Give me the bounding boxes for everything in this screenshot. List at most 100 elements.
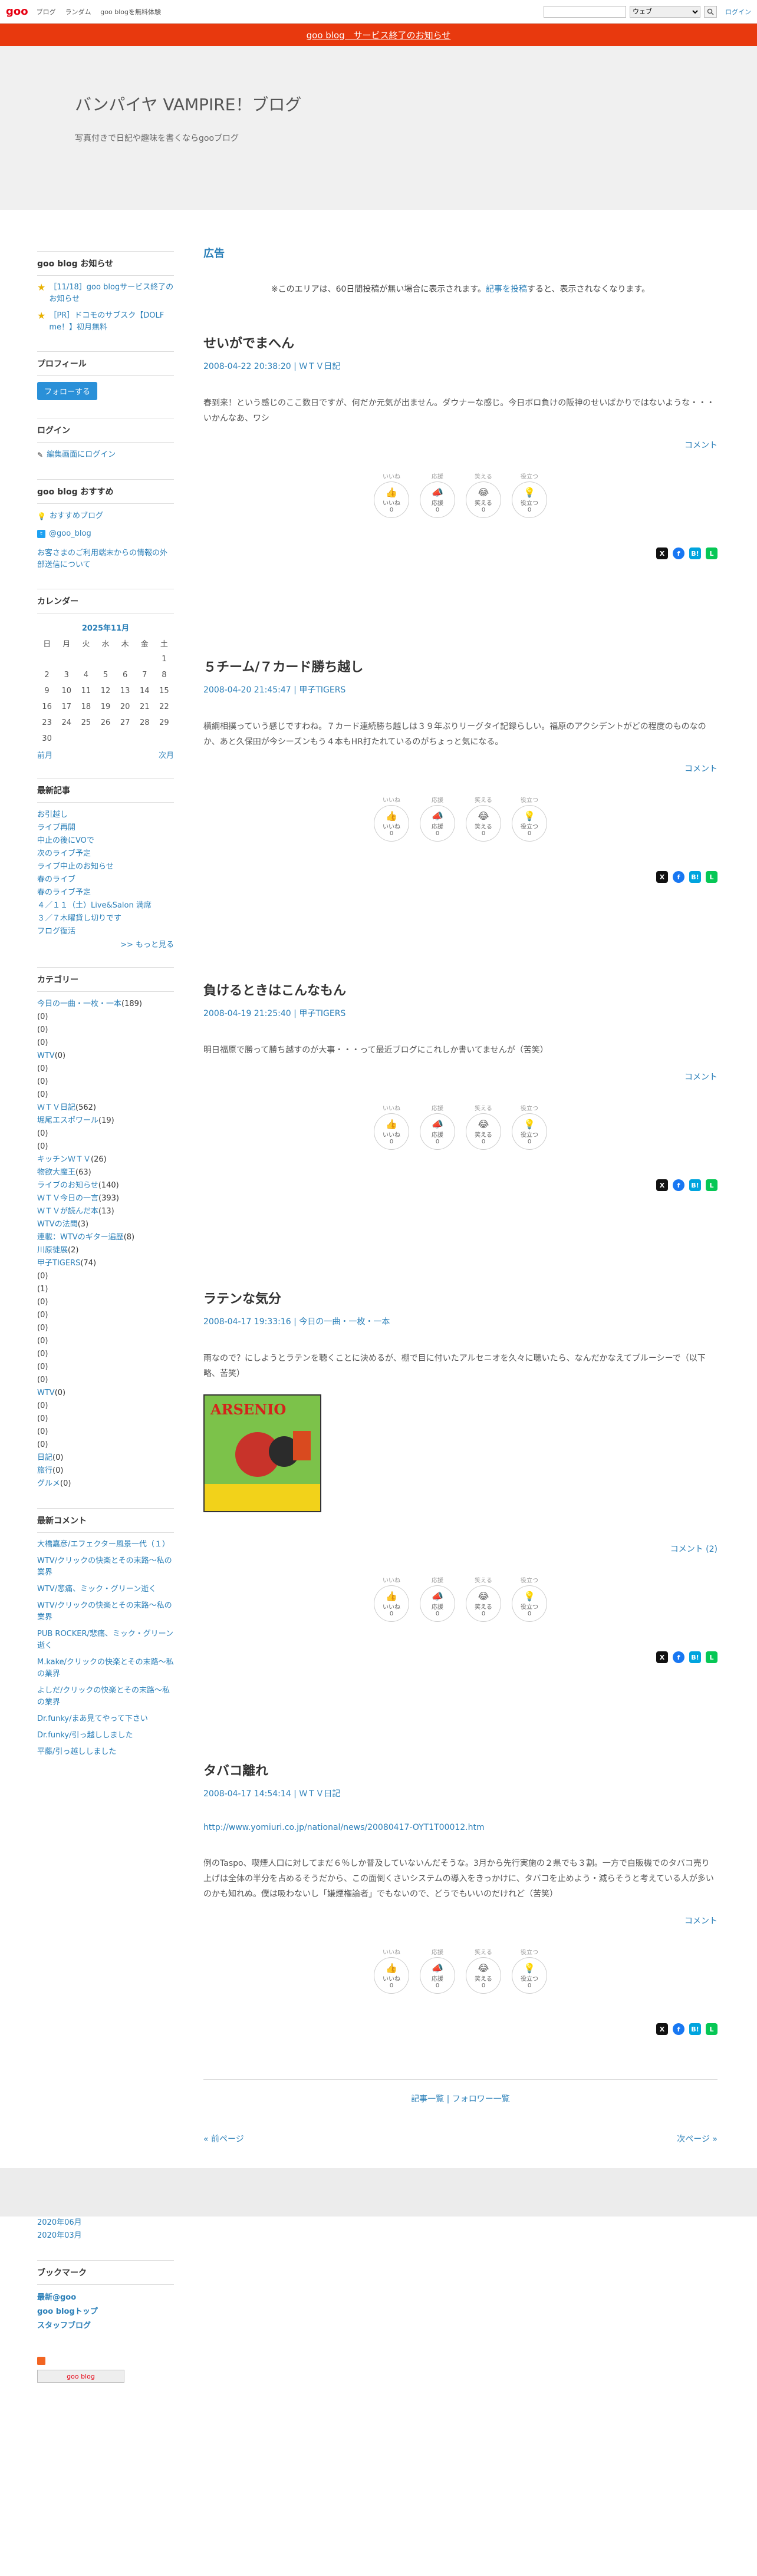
info-link-0[interactable]: ［11/18］goo blogサービス終了のお知らせ [49, 282, 174, 305]
category-link[interactable]: 連載：WTVのギター遍歴 [37, 1233, 124, 1242]
reaction-button[interactable]: 応援 📣 応援 0 [420, 1950, 455, 1994]
x-share-icon[interactable]: X [656, 2023, 668, 2035]
goo-blog-twitter-link[interactable]: @goo_blog [49, 527, 91, 540]
category-link[interactable]: 堀尾エスポワール [37, 1116, 98, 1125]
x-share-icon[interactable]: X [656, 547, 668, 559]
blog-title[interactable]: バンパイヤ VAMPIRE！ブログ [75, 92, 757, 116]
post-category-link[interactable]: ＷＴＶ日記 [299, 362, 340, 371]
reaction-button[interactable]: 笑える 😂 笑える 0 [466, 1950, 501, 1994]
nav-trial[interactable]: goo blogを無料体験 [100, 8, 161, 16]
reaction-button[interactable]: 笑える 😂 笑える 0 [466, 474, 501, 518]
reaction-button[interactable]: 応援 📣 応援 0 [420, 1578, 455, 1622]
search-button[interactable] [704, 5, 717, 18]
recent-comment-link[interactable]: WTV/クリックの快楽とその末路～私の業界 [37, 1555, 174, 1579]
post-comment-link[interactable]: コメント [684, 1917, 717, 1926]
line-share-icon[interactable]: L [706, 1179, 717, 1191]
category-link[interactable]: 川原徒展 [37, 1246, 68, 1255]
follow-button[interactable]: フォローする [37, 382, 98, 400]
bookmark-link-1[interactable]: goo blogトップ [37, 2305, 174, 2319]
x-share-icon[interactable]: X [656, 1651, 668, 1663]
recent-article-link[interactable]: 春のライブ予定 [37, 886, 174, 899]
post-url-link[interactable]: http://www.yomiuri.co.jp/national/news/2… [203, 1823, 717, 1832]
rss-icon[interactable] [37, 2357, 45, 2365]
recent-article-link[interactable]: ライブ再開 [37, 822, 174, 835]
recent-article-link[interactable]: 春のライブ [37, 873, 174, 886]
post-category-link[interactable]: 甲子TIGERS [299, 1009, 345, 1018]
post-article-link[interactable]: 記事を投稿 [486, 285, 527, 294]
reaction-button[interactable]: 役立つ 💡 役立つ 0 [512, 474, 547, 518]
x-share-icon[interactable]: X [656, 871, 668, 883]
post-title[interactable]: ５チーム/７カード勝ち越し [203, 657, 717, 675]
edit-login-link[interactable]: 編集画面にログイン [47, 448, 116, 461]
post-comment-link[interactable]: コメント [684, 441, 717, 450]
recent-comment-link[interactable]: よしだ/クリックの快楽とその末路～私の業界 [37, 1685, 174, 1708]
nav-blog[interactable]: ブログ [37, 8, 56, 16]
hatena-share-icon[interactable]: B! [689, 1179, 701, 1191]
post-category-link[interactable]: ＷＴＶ日記 [299, 1789, 340, 1799]
post-title[interactable]: タバコ離れ [203, 1760, 717, 1779]
facebook-share-icon[interactable]: f [673, 871, 684, 883]
category-link[interactable]: 旅行 [37, 1466, 52, 1475]
reaction-button[interactable]: 役立つ 💡 役立つ 0 [512, 797, 547, 842]
category-link[interactable]: WTV [37, 1051, 55, 1060]
article-follower-list-link[interactable]: 記事一覧 | フォロワー一覧 [411, 2095, 510, 2104]
post-title[interactable]: せいがでまへん [203, 333, 717, 352]
reaction-button[interactable]: いいね 👍 いいね 0 [374, 474, 409, 518]
category-link[interactable]: 物欲大魔王 [37, 1168, 75, 1177]
category-link[interactable]: ＷＴＶ日記 [37, 1103, 75, 1112]
line-share-icon[interactable]: L [706, 1651, 717, 1663]
archive-link-1[interactable]: 2020年03月 [37, 2229, 174, 2242]
facebook-share-icon[interactable]: f [673, 2023, 684, 2035]
reaction-button[interactable]: 応援 📣 応援 0 [420, 797, 455, 842]
recent-article-link[interactable]: 次のライブ予定 [37, 847, 174, 860]
facebook-share-icon[interactable]: f [673, 547, 684, 559]
recommend-blog-link[interactable]: おすすめブログ [50, 510, 103, 523]
reaction-button[interactable]: 笑える 😂 笑える 0 [466, 1578, 501, 1622]
post-title[interactable]: 負けるときはこんなもん [203, 980, 717, 999]
hatena-share-icon[interactable]: B! [689, 871, 701, 883]
recent-comment-link[interactable]: 平藤/引っ越ししました [37, 1746, 174, 1758]
category-link[interactable]: WTVの法問 [37, 1220, 78, 1229]
recent-comment-link[interactable]: 大橋嘉彦/エフェクター風景一代（１） [37, 1539, 174, 1551]
reaction-button[interactable]: いいね 👍 いいね 0 [374, 797, 409, 842]
bookmark-link-0[interactable]: 最新@goo [37, 2291, 174, 2305]
category-link[interactable]: ライブのお知らせ [37, 1181, 98, 1190]
post-category-link[interactable]: 今日の一曲・一枚・一本 [299, 1317, 390, 1327]
category-link[interactable]: グルメ [37, 1479, 60, 1488]
calendar-prev-link[interactable]: 前月 [37, 749, 52, 760]
post-category-link[interactable]: 甲子TIGERS [299, 685, 345, 695]
line-share-icon[interactable]: L [706, 547, 717, 559]
reaction-button[interactable]: 役立つ 💡 役立つ 0 [512, 1578, 547, 1622]
category-link[interactable]: WTV [37, 1388, 55, 1397]
reaction-button[interactable]: いいね 👍 いいね 0 [374, 1578, 409, 1622]
external-transmission-link[interactable]: お客さまのご利用端末からの情報の外部送信について [37, 547, 174, 571]
x-share-icon[interactable]: X [656, 1179, 668, 1191]
goo-logo[interactable]: goo [6, 5, 28, 18]
recent-article-link[interactable]: ライブ中止のお知らせ [37, 860, 174, 873]
hatena-share-icon[interactable]: B! [689, 547, 701, 559]
goo-blog-badge[interactable]: goo blog [37, 2370, 124, 2383]
category-link[interactable]: 日記 [37, 1453, 52, 1462]
post-comment-link[interactable]: コメント [684, 764, 717, 774]
next-page-link[interactable]: 次ページ » [677, 2133, 717, 2145]
recent-comment-link[interactable]: Dr.funky/引っ越ししました [37, 1730, 174, 1741]
reaction-button[interactable]: 役立つ 💡 役立つ 0 [512, 1950, 547, 1994]
category-link[interactable]: 甲子TIGERS [37, 1259, 80, 1268]
service-notice-link[interactable]: goo blog サービス終了のお知らせ [307, 29, 451, 41]
recent-comment-link[interactable]: M.kake/クリックの快楽とその末路～私の業界 [37, 1657, 174, 1680]
category-link[interactable]: ＷＴＶが読んだ本 [37, 1207, 98, 1216]
recent-comment-link[interactable]: Dr.funky/まあ見てやって下さい [37, 1713, 174, 1725]
post-comment-link[interactable]: コメント (2) [670, 1545, 717, 1554]
archive-link-0[interactable]: 2020年06月 [37, 2217, 174, 2229]
reaction-button[interactable]: 役立つ 💡 役立つ 0 [512, 1106, 547, 1150]
hatena-share-icon[interactable]: B! [689, 1651, 701, 1663]
login-link[interactable]: ログイン [725, 7, 751, 17]
reaction-button[interactable]: 応援 📣 応援 0 [420, 474, 455, 518]
recent-more-link[interactable]: >> もっと見る [120, 941, 174, 949]
recent-comment-link[interactable]: WTV/悲痛、ミック・グリーン逝く [37, 1584, 174, 1595]
recent-article-link[interactable]: ３／７木曜貸し切りです [37, 912, 174, 925]
reaction-button[interactable]: いいね 👍 いいね 0 [374, 1106, 409, 1150]
info-link-1[interactable]: ［PR］ドコモのサブスク【DOLF me！】初月無料 [49, 310, 174, 334]
album-cover-image[interactable]: ARSENIO [203, 1394, 321, 1512]
recent-article-link[interactable]: 中止の後にVOで [37, 835, 174, 847]
